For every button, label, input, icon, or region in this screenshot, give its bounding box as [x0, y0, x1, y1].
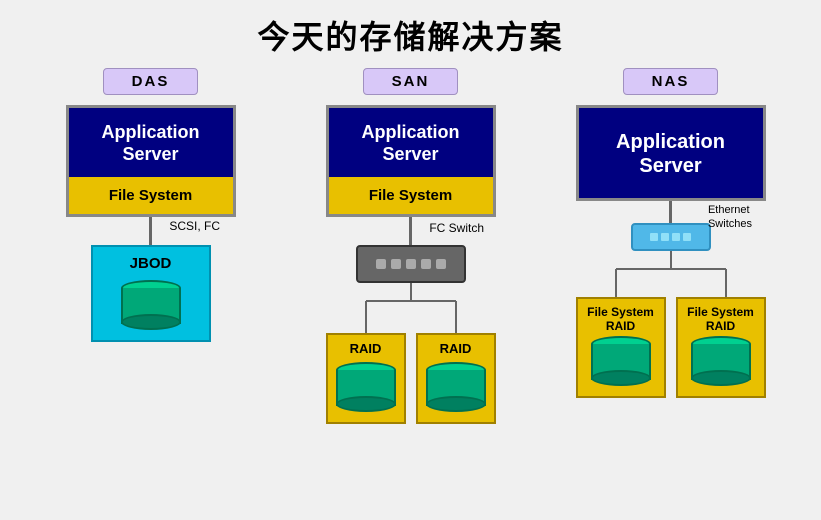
nas-fs-row: File System RAID File System RAID — [576, 297, 766, 398]
san-cyl-bottom-2 — [426, 396, 486, 412]
nas-fs-label-2: File System RAID — [687, 305, 754, 334]
san-connector-line — [409, 217, 412, 245]
switch-port-3 — [406, 259, 416, 269]
nas-fs-block-2: File System RAID — [676, 297, 766, 398]
das-cylinder — [121, 280, 181, 330]
eth-port-3 — [672, 233, 680, 241]
san-cyl-body-1 — [336, 370, 396, 406]
eth-port-4 — [683, 233, 691, 241]
san-raid-block-1: RAID — [326, 333, 406, 424]
nas-cylinder-2 — [691, 336, 751, 386]
san-file-system: File System — [329, 177, 493, 214]
das-connector-label: SCSI, FC — [169, 219, 220, 233]
nas-fs-label-1: File System RAID — [587, 305, 654, 334]
san-raid-label-2: RAID — [440, 341, 472, 356]
nas-cyl-bottom-2 — [691, 370, 751, 386]
das-jbod-label: JBOD — [130, 255, 172, 272]
main-title: 今天的存储解决方案 — [257, 12, 563, 58]
nas-connector-label: EthernetSwitches — [708, 203, 752, 232]
nas-connector-area: EthernetSwitches — [669, 201, 672, 223]
column-das: DAS Application Server File System SCSI,… — [21, 68, 281, 342]
nas-fs-block-1: File System RAID — [576, 297, 666, 398]
das-cyl-bottom — [121, 314, 181, 330]
das-app-server-block: Application Server File System — [66, 105, 236, 217]
das-connector-line — [149, 217, 152, 245]
nas-branch-svg — [581, 251, 761, 297]
san-connector-label: FC Switch — [429, 221, 484, 235]
san-branch-svg — [331, 283, 491, 333]
san-app-server-top: Application Server — [329, 108, 493, 177]
switch-port-1 — [376, 259, 386, 269]
das-app-server-top: Application Server — [69, 108, 233, 177]
eth-port-2 — [661, 233, 669, 241]
san-fc-switch — [356, 245, 466, 283]
das-jbod-block: JBOD — [91, 245, 211, 342]
san-raid-row: RAID RAID — [326, 333, 496, 424]
nas-connector-line — [669, 201, 672, 223]
column-san: SAN Application Server File System FC Sw… — [281, 68, 541, 424]
san-connector-area: FC Switch — [409, 217, 412, 245]
switch-port-2 — [391, 259, 401, 269]
nas-cyl-bottom-1 — [591, 370, 651, 386]
nas-cyl-body-2 — [691, 344, 751, 380]
san-cyl-body-2 — [426, 370, 486, 406]
nas-cyl-body-1 — [591, 344, 651, 380]
san-cylinder-1 — [336, 362, 396, 412]
nas-eth-ports — [650, 233, 691, 241]
eth-port-1 — [650, 233, 658, 241]
san-cyl-bottom-1 — [336, 396, 396, 412]
san-switch-ports — [376, 259, 446, 269]
san-label: SAN — [363, 68, 459, 95]
nas-app-server-top: Application Server — [579, 108, 763, 198]
das-label: DAS — [103, 68, 199, 95]
columns-area: DAS Application Server File System SCSI,… — [0, 68, 821, 424]
das-file-system: File System — [69, 177, 233, 214]
das-connector-wrap: SCSI, FC — [149, 217, 152, 245]
nas-label: NAS — [623, 68, 719, 95]
page: 今天的存储解决方案 DAS Application Server File Sy… — [0, 0, 821, 520]
san-cylinder-2 — [426, 362, 486, 412]
switch-port-5 — [436, 259, 446, 269]
nas-cylinder-1 — [591, 336, 651, 386]
san-raid-block-2: RAID — [416, 333, 496, 424]
nas-app-server-block: Application Server — [576, 105, 766, 201]
san-app-server-block: Application Server File System — [326, 105, 496, 217]
das-cyl-body — [121, 288, 181, 324]
san-raid-label-1: RAID — [350, 341, 382, 356]
switch-port-4 — [421, 259, 431, 269]
column-nas: NAS Application Server EthernetSwitches — [541, 68, 801, 398]
nas-ethernet-switch — [631, 223, 711, 251]
